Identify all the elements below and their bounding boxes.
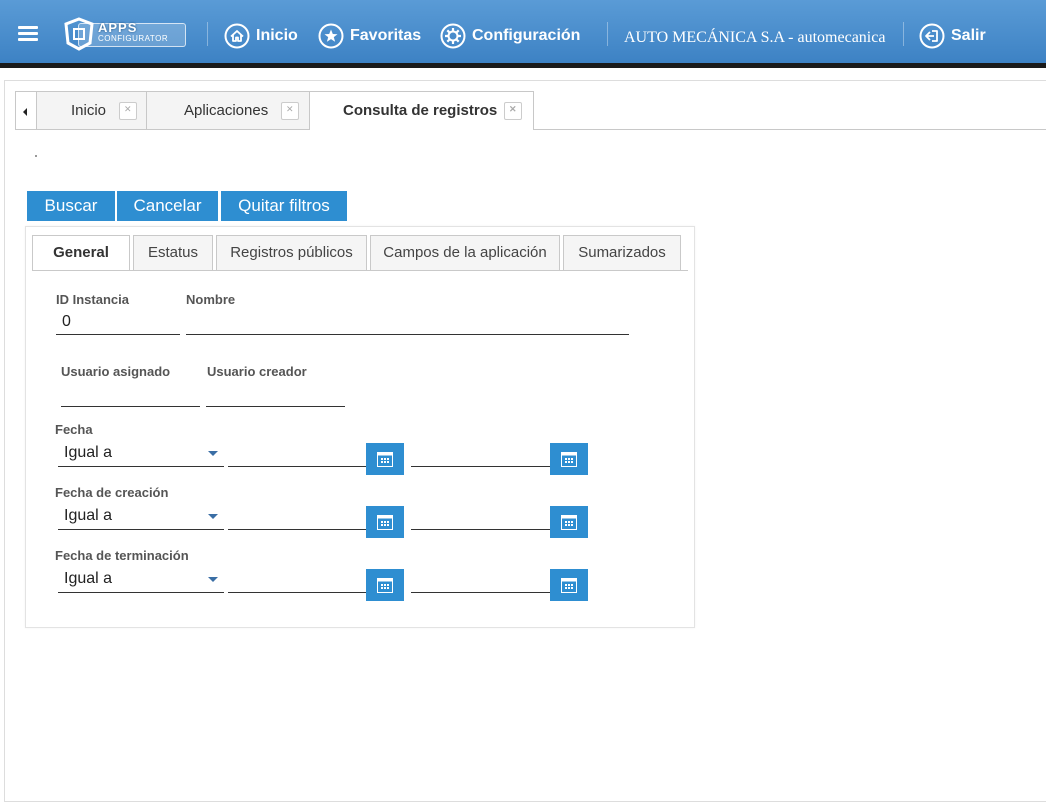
home-icon [224, 23, 250, 49]
fecha-creacion-from-calendar-button[interactable] [366, 506, 404, 538]
fecha-creacion-label: Fecha de creación [55, 485, 169, 500]
tab-sumarizados[interactable]: Sumarizados [563, 235, 681, 270]
chevron-down-icon [208, 451, 218, 456]
tab-aplicaciones[interactable]: Aplicaciones [146, 91, 311, 129]
fecha-terminacion-from-input[interactable] [228, 592, 366, 593]
logo-text-sub: CONFIGURATOR [98, 34, 169, 43]
tab-label: Aplicaciones [184, 102, 269, 119]
header-divider [207, 22, 208, 46]
tab-label: Inicio [71, 102, 107, 119]
tabs-divider [32, 270, 688, 271]
fecha-to-calendar-button[interactable] [550, 443, 588, 475]
tab-general[interactable]: General [32, 235, 130, 271]
fecha-to-input[interactable] [411, 466, 550, 467]
gear-icon [440, 23, 466, 49]
usuario-creador-label: Usuario creador [207, 364, 307, 379]
close-icon[interactable] [119, 102, 137, 120]
fecha-terminacion-label: Fecha de terminación [55, 548, 189, 563]
nav-settings[interactable]: Configuración [440, 22, 580, 50]
header-divider [607, 22, 608, 46]
logout-button[interactable]: Salir [919, 22, 986, 50]
nav-favorites-label: Favoritas [350, 27, 422, 44]
page-marker [35, 155, 37, 157]
fecha-creacion-to-input[interactable] [411, 529, 550, 530]
logo-text-main: APPS [98, 20, 138, 35]
tab-campos-de-la-aplicacion[interactable]: Campos de la aplicación [370, 235, 560, 270]
tabs-scroll-left-button[interactable] [15, 91, 37, 129]
fecha-terminacion-to-calendar-button[interactable] [550, 569, 588, 601]
fecha-terminacion-from-calendar-button[interactable] [366, 569, 404, 601]
nav-home[interactable]: Inicio [224, 22, 298, 50]
id-instancia-input[interactable]: 0 [56, 310, 180, 335]
clear-filters-button[interactable]: Quitar filtros [221, 191, 347, 221]
fecha-terminacion-to-input[interactable] [411, 592, 550, 593]
nombre-label: Nombre [186, 292, 236, 307]
tab-estatus[interactable]: Estatus [133, 235, 213, 270]
fecha-creacion-operator-select[interactable]: Igual a [58, 503, 224, 530]
tab-label: Consulta de registros [343, 102, 498, 119]
nav-home-label: Inicio [256, 27, 298, 44]
content-frame: Inicio Aplicaciones Consulta de registro… [4, 80, 1046, 802]
app-header: APPS CONFIGURATOR Inicio Favoritas Confi… [0, 0, 1046, 68]
header-divider [903, 22, 904, 46]
nombre-input[interactable] [186, 310, 629, 335]
usuario-asignado-label: Usuario asignado [61, 364, 171, 379]
id-instancia-label: ID Instancia [56, 292, 129, 307]
menu-icon[interactable] [18, 26, 38, 41]
close-icon[interactable] [281, 102, 299, 120]
fecha-operator-select[interactable]: Igual a [58, 440, 224, 467]
filter-panel: General Estatus Registros públicos Campo… [25, 226, 695, 628]
calendar-icon [377, 515, 393, 530]
fecha-creacion-from-input[interactable] [228, 529, 366, 530]
usuario-asignado-input[interactable] [61, 382, 200, 407]
fecha-creacion-operator-value: Igual a [64, 507, 113, 524]
fecha-operator-value: Igual a [64, 444, 113, 461]
close-icon[interactable] [504, 102, 522, 120]
app-logo[interactable]: APPS CONFIGURATOR [60, 15, 186, 53]
chevron-down-icon [208, 514, 218, 519]
tab-registros-publicos[interactable]: Registros públicos [216, 235, 367, 270]
tab-consulta-de-registros[interactable]: Consulta de registros [309, 91, 534, 130]
star-icon [318, 23, 344, 49]
calendar-icon [377, 578, 393, 593]
calendar-icon [561, 452, 577, 467]
search-button[interactable]: Buscar [27, 191, 115, 221]
tab-inicio[interactable]: Inicio [36, 91, 148, 129]
calendar-icon [561, 578, 577, 593]
fecha-terminacion-operator-select[interactable]: Igual a [58, 566, 224, 593]
logout-label: Salir [951, 27, 986, 44]
fecha-terminacion-operator-value: Igual a [64, 570, 113, 587]
logout-icon [919, 23, 945, 49]
usuario-creador-input[interactable] [206, 382, 345, 407]
fecha-label: Fecha [55, 422, 93, 437]
chevron-down-icon [208, 577, 218, 582]
cancel-button[interactable]: Cancelar [117, 191, 218, 221]
nav-settings-label: Configuración [472, 27, 581, 44]
fecha-from-calendar-button[interactable] [366, 443, 404, 475]
fecha-creacion-to-calendar-button[interactable] [550, 506, 588, 538]
calendar-icon [561, 515, 577, 530]
company-name: AUTO MECÁNICA S.A - automecanica [624, 29, 886, 46]
nav-favorites[interactable]: Favoritas [318, 22, 421, 50]
fecha-from-input[interactable] [228, 466, 366, 467]
calendar-icon [377, 452, 393, 467]
document-tabs: Inicio Aplicaciones Consulta de registro… [15, 91, 1046, 130]
id-instancia-value: 0 [62, 313, 71, 330]
